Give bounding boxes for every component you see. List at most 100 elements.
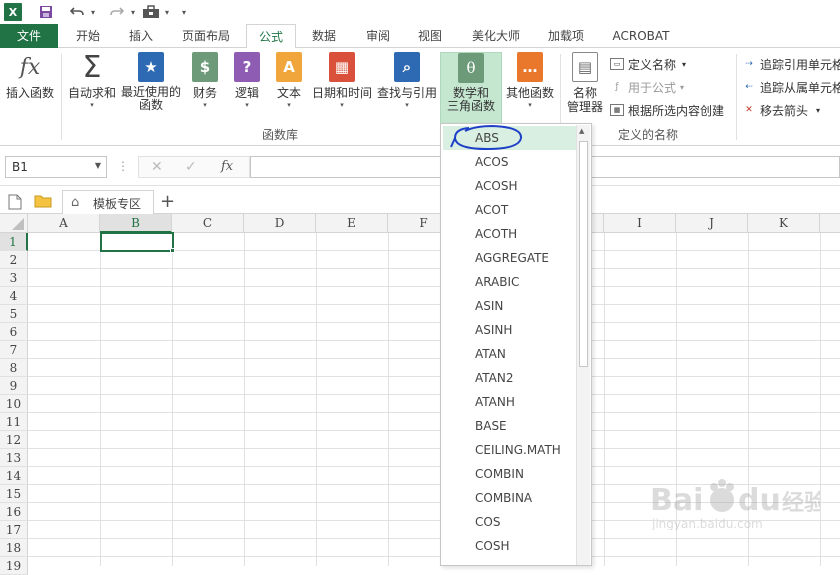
row-header-5[interactable]: 5: [0, 305, 28, 323]
function-item-acosh[interactable]: ACOSH: [443, 174, 577, 198]
tab-addins[interactable]: 加载项: [538, 24, 594, 48]
recently-used-button[interactable]: ★ 最近使用的 函数: [120, 52, 182, 128]
tab-formulas[interactable]: 公式: [246, 24, 296, 49]
lookup-reference-button[interactable]: ⌕ 查找与引用 ▾: [376, 52, 438, 128]
row-header-15[interactable]: 15: [0, 485, 28, 503]
redo-dropdown-icon[interactable]: ▾: [128, 3, 138, 21]
formula-bar: B1 ▼ ⋮ ✕ ✓ fx: [0, 146, 840, 186]
column-header-b[interactable]: B: [100, 214, 172, 233]
enter-icon[interactable]: ✓: [185, 159, 197, 175]
row-header-13[interactable]: 13: [0, 449, 28, 467]
undo-icon[interactable]: [66, 3, 88, 21]
date-time-button[interactable]: ▦ 日期和时间 ▾: [310, 52, 374, 128]
row-header-10[interactable]: 10: [0, 395, 28, 413]
row-header-8[interactable]: 8: [0, 359, 28, 377]
row-header-3[interactable]: 3: [0, 269, 28, 287]
column-header-c[interactable]: C: [172, 214, 244, 233]
lookup-reference-label: 查找与引用: [376, 86, 437, 100]
math-trig-function-dropdown[interactable]: ABS ACOS ACOSH ACOT ACOTH AGGREGATE ARAB…: [440, 123, 592, 566]
trace-precedents-button[interactable]: ⇢ 追踪引用单元格: [742, 55, 840, 73]
function-item-atan[interactable]: ATAN: [443, 342, 577, 366]
row-header-19[interactable]: 19: [0, 557, 28, 575]
function-item-cosh[interactable]: COSH: [443, 534, 577, 558]
function-item-atan2[interactable]: ATAN2: [443, 366, 577, 390]
row-header-18[interactable]: 18: [0, 539, 28, 557]
row-header-9[interactable]: 9: [0, 377, 28, 395]
insert-function-button[interactable]: fx 插入函数: [4, 52, 56, 128]
column-header-i[interactable]: I: [604, 214, 676, 233]
row-header-17[interactable]: 17: [0, 521, 28, 539]
column-header-overflow: [820, 214, 840, 233]
tab-data[interactable]: 数据: [302, 24, 346, 48]
function-item-asin[interactable]: ASIN: [443, 294, 577, 318]
new-file-icon[interactable]: [8, 194, 24, 210]
column-header-k[interactable]: K: [748, 214, 820, 233]
function-item-cot[interactable]: COT: [443, 558, 577, 565]
function-item-arabic[interactable]: ARABIC: [443, 270, 577, 294]
row-header-12[interactable]: 12: [0, 431, 28, 449]
row-header-4[interactable]: 4: [0, 287, 28, 305]
toolbox-icon[interactable]: [140, 3, 162, 21]
active-cell-b1[interactable]: [100, 232, 174, 252]
more-functions-button[interactable]: … 其他函数 ▾: [504, 52, 556, 128]
dropdown-scrollbar[interactable]: ▲: [576, 125, 590, 565]
scroll-up-icon[interactable]: ▲: [579, 127, 584, 135]
row-header-6[interactable]: 6: [0, 323, 28, 341]
name-manager-button[interactable]: ▤ 名称 管理器: [564, 52, 606, 128]
trace-dependents-button[interactable]: ⇠ 追踪从属单元格: [742, 78, 840, 96]
function-item-asinh[interactable]: ASINH: [443, 318, 577, 342]
row-header-7[interactable]: 7: [0, 341, 28, 359]
function-item-cos[interactable]: COS: [443, 510, 577, 534]
function-item-combin[interactable]: COMBIN: [443, 462, 577, 486]
tab-file[interactable]: 文件: [0, 24, 58, 48]
create-from-selection-button[interactable]: ▦ 根据所选内容创建: [610, 101, 724, 119]
toolbox-dropdown-icon[interactable]: ▾: [162, 3, 172, 21]
tab-view[interactable]: 视图: [408, 24, 452, 48]
row-header-14[interactable]: 14: [0, 467, 28, 485]
undo-dropdown-icon[interactable]: ▾: [88, 3, 98, 21]
row-header-16[interactable]: 16: [0, 503, 28, 521]
scrollbar-thumb[interactable]: [579, 141, 588, 367]
function-item-acot[interactable]: ACOT: [443, 198, 577, 222]
name-box-dropdown-icon: ▼: [94, 161, 101, 170]
add-tab-button[interactable]: +: [160, 191, 175, 212]
row-header-2[interactable]: 2: [0, 251, 28, 269]
function-item-acoth[interactable]: ACOTH: [443, 222, 577, 246]
column-header-a[interactable]: A: [28, 214, 100, 233]
row-header-1[interactable]: 1: [0, 233, 28, 251]
function-item-ceiling-math[interactable]: CEILING.MATH: [443, 438, 577, 462]
function-item-atanh[interactable]: ATANH: [443, 390, 577, 414]
customize-qat-icon[interactable]: ▾: [178, 3, 190, 21]
autosum-button[interactable]: Σ 自动求和 ▾: [66, 50, 118, 128]
select-all-corner[interactable]: [0, 214, 28, 233]
tab-home[interactable]: 开始: [64, 24, 112, 48]
tab-meihua[interactable]: 美化大师: [464, 24, 528, 48]
use-in-formula-button[interactable]: ƒ 用于公式 ▾: [610, 78, 684, 96]
function-item-base[interactable]: BASE: [443, 414, 577, 438]
function-item-aggregate[interactable]: AGGREGATE: [443, 246, 577, 270]
save-icon[interactable]: [36, 3, 56, 21]
math-trig-button[interactable]: θ 数学和 三角函数: [440, 52, 502, 124]
redo-icon[interactable]: [106, 3, 128, 21]
financial-button[interactable]: $ 财务 ▾: [188, 52, 222, 128]
row-header-11[interactable]: 11: [0, 413, 28, 431]
tab-acrobat[interactable]: ACROBAT: [604, 24, 678, 48]
fx-insert-icon[interactable]: fx: [221, 159, 233, 174]
tab-page-layout[interactable]: 页面布局: [172, 24, 240, 48]
open-folder-icon[interactable]: [34, 194, 52, 210]
logical-button[interactable]: ? 逻辑 ▾: [230, 52, 264, 128]
column-header-j[interactable]: J: [676, 214, 748, 233]
template-zone-tab[interactable]: ⌂ 模板专区: [62, 190, 154, 214]
cancel-icon[interactable]: ✕: [151, 159, 163, 175]
tab-insert[interactable]: 插入: [118, 24, 164, 48]
fill-handle[interactable]: [170, 248, 175, 253]
function-item-combina[interactable]: COMBINA: [443, 486, 577, 510]
more-functions-dropdown-icon: ▾: [528, 101, 532, 109]
name-box[interactable]: B1 ▼: [5, 156, 107, 178]
column-header-e[interactable]: E: [316, 214, 388, 233]
text-button[interactable]: A 文本 ▾: [272, 52, 306, 128]
define-name-button[interactable]: ▭ 定义名称 ▾: [610, 55, 686, 73]
tab-review[interactable]: 审阅: [356, 24, 400, 48]
column-header-d[interactable]: D: [244, 214, 316, 233]
remove-arrows-button[interactable]: ✕ 移去箭头 ▾: [742, 101, 820, 119]
